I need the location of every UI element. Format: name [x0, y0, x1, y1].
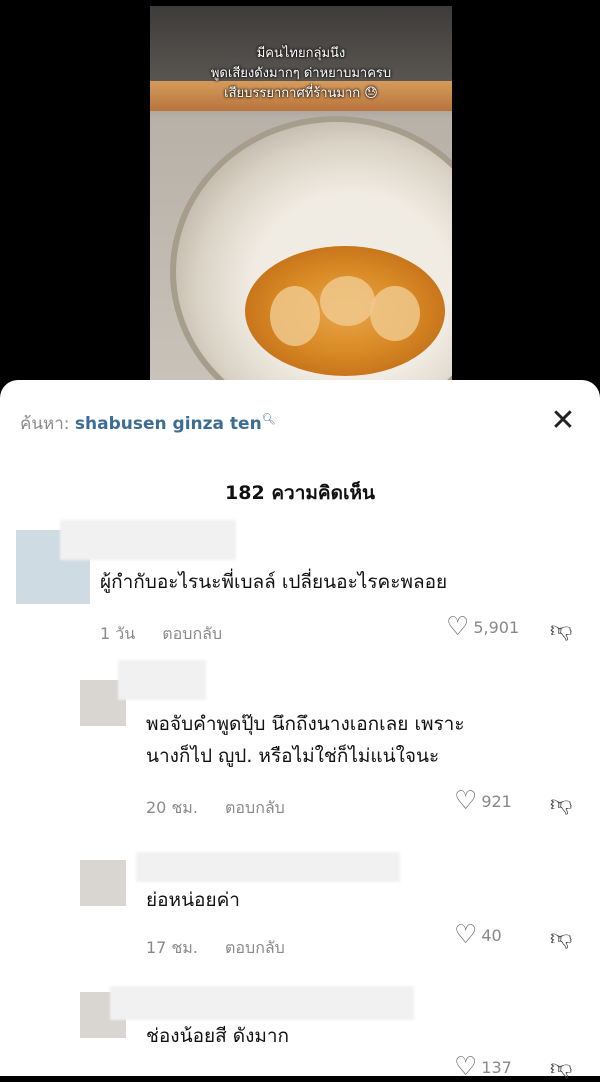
- caption-line: เสียบรรยากาศที่ร้านมาก 😓: [224, 86, 378, 101]
- comment-text: ผู้กำกับอะไรนะพี่เบลล์ เปลี่ยนอะไรคะพลอย: [100, 571, 448, 593]
- comment-text: ย่อหน่อยค่า: [146, 889, 240, 911]
- like-button[interactable]: ♡ 921: [454, 788, 512, 814]
- food-piece: [370, 286, 420, 341]
- search-icon: 🔍︎: [261, 412, 276, 426]
- username-blurred[interactable]: [60, 520, 236, 560]
- food-piece: [320, 276, 375, 326]
- comment-meta: 17 ชม. ตอบกลับ: [146, 936, 307, 961]
- like-button[interactable]: ♡ 40: [454, 922, 502, 948]
- comment-count-title: 182 ความคิดเห็น: [225, 482, 375, 504]
- dislike-icon[interactable]: 👎︎: [550, 790, 572, 817]
- like-count: 5,901: [473, 617, 520, 637]
- heart-icon: ♡: [454, 1052, 478, 1082]
- comment-meta: 1 วัน ตอบกลับ: [100, 622, 244, 647]
- search-prefix: ค้นหา:: [20, 414, 70, 434]
- caption-line: พูดเสียงดังมากๆ ด่าหยาบมาครบ: [210, 66, 392, 81]
- comment-time: 17 ชม.: [146, 938, 198, 957]
- like-button[interactable]: ♡ 5,901: [446, 614, 519, 640]
- dislike-icon[interactable]: 👎︎: [550, 616, 572, 643]
- reply-button[interactable]: ตอบกลับ: [225, 798, 285, 817]
- comment-text-line: นางก็ไป ญูป. หรือไม่ใช่ก็ไม่แน่ใจนะ: [146, 745, 440, 767]
- like-count: 40: [481, 925, 502, 945]
- like-count: 137: [481, 1057, 512, 1077]
- search-suggestion[interactable]: ค้นหา: shabusen ginza ten🔍︎: [20, 410, 276, 437]
- username-blurred[interactable]: [118, 660, 206, 700]
- comment-meta: 20 ชม. ตอบกลับ: [146, 796, 307, 821]
- comment-text-line: พอจับคำพูดปุ๊บ นึกถึงนางเอกเลย เพราะ: [146, 713, 465, 735]
- username-blurred[interactable]: [110, 986, 414, 1020]
- like-count: 921: [481, 791, 512, 811]
- caption-line: มีคนไทยกลุ่มนึง: [256, 46, 346, 61]
- dislike-icon[interactable]: 👎︎: [550, 924, 572, 951]
- video-caption: มีคนไทยกลุ่มนึง พูดเสียงดังมากๆ ด่าหยาบม…: [150, 44, 452, 104]
- heart-icon: ♡: [454, 920, 478, 950]
- food-piece: [270, 286, 320, 346]
- username-blurred[interactable]: [136, 852, 400, 882]
- comment-text: พอจับคำพูดปุ๊บ นึกถึงนางเอกเลย เพราะ นาง…: [146, 708, 465, 772]
- comment-time: 1 วัน: [100, 624, 136, 643]
- heart-icon: ♡: [446, 612, 470, 642]
- comment-text: ช่องน้อยสี ดังมาก: [146, 1025, 290, 1047]
- search-term[interactable]: shabusen ginza ten: [75, 414, 262, 434]
- close-icon[interactable]: ✕: [548, 406, 578, 436]
- comment-time: 20 ชม.: [146, 798, 198, 817]
- like-button[interactable]: ♡ 137: [454, 1054, 512, 1080]
- dislike-icon[interactable]: 👎︎: [550, 1054, 572, 1081]
- comments-sheet: ค้นหา: shabusen ginza ten🔍︎ ✕ 182 ความคิ…: [0, 380, 600, 1081]
- avatar[interactable]: [80, 860, 126, 906]
- reply-button[interactable]: ตอบกลับ: [225, 938, 285, 957]
- reply-button[interactable]: ตอบกลับ: [162, 624, 222, 643]
- heart-icon: ♡: [454, 786, 478, 816]
